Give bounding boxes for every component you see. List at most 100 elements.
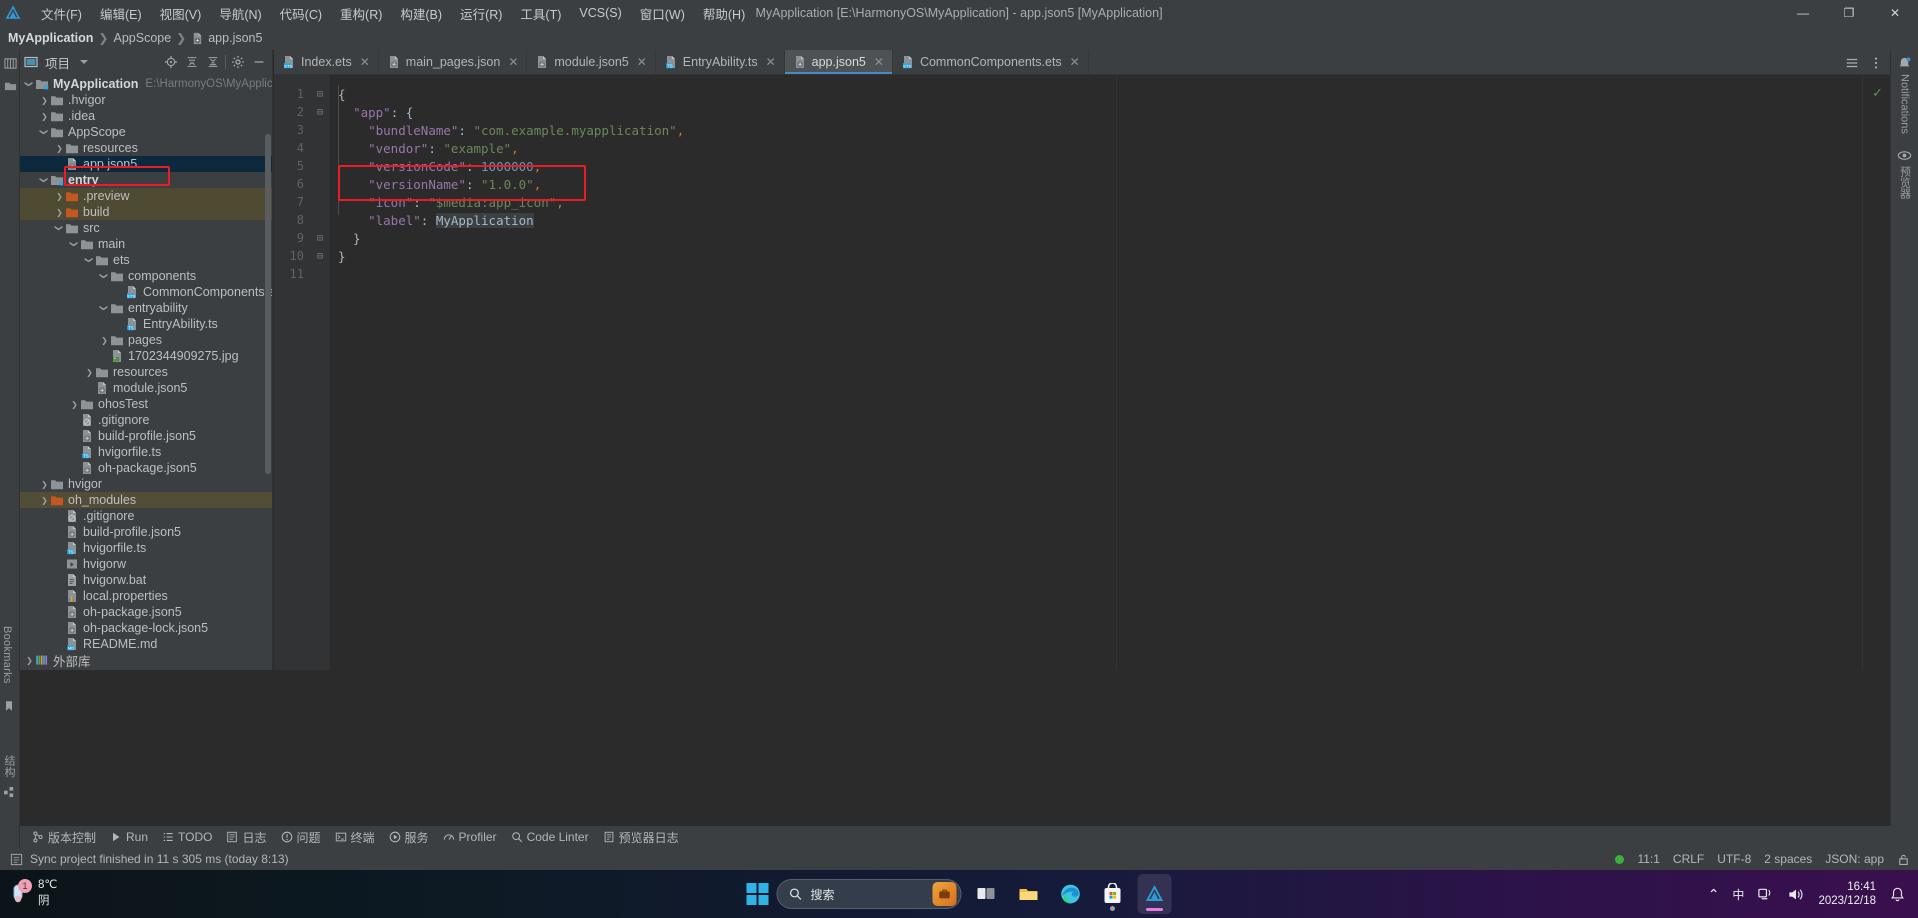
tool-window-button-code-linter[interactable]: Code Linter <box>511 830 589 844</box>
menu-file[interactable]: 文件(F) <box>32 1 91 26</box>
fold-marker-icon[interactable]: ⊟ <box>310 251 330 262</box>
expand-all-icon[interactable] <box>183 53 201 71</box>
notifications-tool-button[interactable]: Notifications <box>1897 56 1912 134</box>
inspection-ok-icon[interactable]: ✓ <box>1872 85 1883 101</box>
tree-node-pages[interactable]: ❯ pages <box>20 332 272 348</box>
menu-edit[interactable]: 编辑(E) <box>91 1 151 26</box>
tree-node-build[interactable]: ❯ build <box>20 204 272 220</box>
tree-node--idea[interactable]: ❯ .idea <box>20 108 272 124</box>
code-line[interactable]: 9 ⊟ } <box>274 229 1890 247</box>
menu-run[interactable]: 运行(R) <box>451 1 511 26</box>
close-icon[interactable]: ✕ <box>508 55 518 69</box>
code-editor[interactable]: 1 ⊟{2 ⊟ "app": {3 "bundleName": "com.examp… <box>274 75 1890 670</box>
caret-position[interactable]: 11:1 <box>1637 852 1659 866</box>
file-encoding[interactable]: UTF-8 <box>1717 852 1751 866</box>
locate-icon[interactable] <box>162 53 180 71</box>
json-schema[interactable]: JSON: app <box>1825 852 1884 866</box>
chevron-right-icon[interactable]: ❯ <box>39 492 50 508</box>
code-line[interactable]: 4 "vendor": "example", <box>274 139 1890 157</box>
chevron-right-icon[interactable]: ❯ <box>54 140 65 156</box>
tree-node--hvigor[interactable]: ❯ .hvigor <box>20 92 272 108</box>
tree-node-ets[interactable]: ❯ ets <box>20 252 272 268</box>
editor-tab-main-pages-json[interactable]: main_pages.json ✕ <box>379 50 528 74</box>
chevron-right-icon[interactable]: ❯ <box>39 92 50 108</box>
tree-node-resources[interactable]: ❯ resources <box>20 140 272 156</box>
code-line[interactable]: 8 "label": MyApplication <box>274 211 1890 229</box>
menu-vcs[interactable]: VCS(S) <box>570 3 630 23</box>
commit-tool-icon[interactable] <box>0 74 20 96</box>
tree-node--[interactable]: ❯ 外部库 <box>20 652 272 669</box>
notification-bell-icon[interactable] <box>1889 886 1906 903</box>
breadcrumb-project[interactable]: MyApplication <box>8 31 93 45</box>
editor-tab-bar[interactable]: ETS Index.ets ✕ main_pages.json ✕ module.json… <box>274 50 1890 75</box>
indent-setting[interactable]: 2 spaces <box>1764 852 1812 866</box>
tool-window-button-终端[interactable]: 终端 <box>335 829 375 846</box>
code-line[interactable]: 3 "bundleName": "com.example.myapplicati… <box>274 121 1890 139</box>
tool-window-button-todo[interactable]: TODO <box>162 830 212 844</box>
close-icon[interactable]: ✕ <box>1070 55 1080 69</box>
minimize-button[interactable]: — <box>1780 0 1826 26</box>
editor-tab-index-ets[interactable]: ETS Index.ets ✕ <box>274 50 379 74</box>
tree-node-appscope[interactable]: ❯ AppScope <box>20 124 272 140</box>
editor-lines[interactable]: 1 ⊟{2 ⊟ "app": {3 "bundleName": "com.examp… <box>274 85 1890 283</box>
tree-node-oh-package-lock-json5[interactable]: oh-package-lock.json5 <box>20 620 272 636</box>
tree-node-module-json5[interactable]: module.json5 <box>20 380 272 396</box>
tree-node--preview[interactable]: ❯ .preview <box>20 188 272 204</box>
menu-code[interactable]: 代码(C) <box>271 1 331 26</box>
code-line[interactable]: 10 ⊟} <box>274 247 1890 265</box>
close-icon[interactable]: ✕ <box>874 55 884 69</box>
hide-panel-icon[interactable] <box>250 53 268 71</box>
tool-window-button-profiler[interactable]: Profiler <box>443 830 497 844</box>
tree-node-1702344909275-jpg[interactable]: 1702344909275.jpg <box>20 348 272 364</box>
breadcrumb-file[interactable]: app.json5 <box>208 31 262 45</box>
code-line[interactable]: 11 <box>274 265 1890 283</box>
deveco-studio-icon[interactable] <box>1137 874 1172 914</box>
network-icon[interactable] <box>1757 886 1774 903</box>
tree-node-build-profile-json5[interactable]: build-profile.json5 <box>20 428 272 444</box>
tree-node-build-profile-json5[interactable]: build-profile.json5 <box>20 524 272 540</box>
chevron-right-icon[interactable]: ❯ <box>99 332 110 348</box>
tree-node-hvigorfile-ts[interactable]: TS hvigorfile.ts <box>20 444 272 460</box>
code-line[interactable]: 6 "versionName": "1.0.0", <box>274 175 1890 193</box>
tree-node-myapplication[interactable]: ❯MyApplicationE:\HarmonyOS\MyApplicatio <box>20 76 272 92</box>
settings-icon[interactable] <box>229 53 247 71</box>
maximize-button[interactable]: ❐ <box>1826 0 1872 26</box>
menu-window[interactable]: 窗口(W) <box>631 1 694 26</box>
tree-node-resources[interactable]: ❯ resources <box>20 364 272 380</box>
copilot-icon[interactable] <box>932 882 957 906</box>
tree-node-entryability[interactable]: ❯ entryability <box>20 300 272 316</box>
tree-node-oh-package-json5[interactable]: oh-package.json5 <box>20 460 272 476</box>
project-file-tree[interactable]: ❯MyApplicationE:\HarmonyOS\MyApplicatio❯… <box>20 74 272 670</box>
close-icon[interactable]: ✕ <box>637 55 647 69</box>
edge-icon[interactable] <box>1054 874 1088 914</box>
chevron-down-icon[interactable] <box>80 60 89 64</box>
tree-node-components[interactable]: ❯ components <box>20 268 272 284</box>
tree-node-hvigorfile-ts[interactable]: TS hvigorfile.ts <box>20 540 272 556</box>
fold-marker-icon[interactable]: ⊟ <box>310 89 330 100</box>
chevron-right-icon[interactable]: ❯ <box>39 476 50 492</box>
window-controls[interactable]: — ❐ ✕ <box>1780 0 1918 26</box>
editor-tab-module-json5[interactable]: module.json5 ✕ <box>527 50 656 74</box>
weather-widget[interactable]: 1 8℃ 阴 <box>10 878 57 909</box>
menu-refactor[interactable]: 重构(R) <box>331 1 391 26</box>
tool-window-button-问题[interactable]: 问题 <box>281 829 321 846</box>
tree-node--gitignore[interactable]: .gitignore <box>20 412 272 428</box>
tool-window-button-服务[interactable]: 服务 <box>389 829 429 846</box>
volume-icon[interactable] <box>1787 886 1805 903</box>
code-line[interactable]: 5 "versionCode": 1000000, <box>274 157 1890 175</box>
editor-tab-commoncomponents-ets[interactable]: ETS CommonComponents.ets ✕ <box>893 50 1089 74</box>
taskbar-search-box[interactable]: 搜索 <box>776 879 962 909</box>
menu-navigate[interactable]: 导航(N) <box>210 1 270 26</box>
tree-node-app-json5[interactable]: app.json5 <box>20 156 272 172</box>
chevron-right-icon[interactable]: ❯ <box>54 188 65 204</box>
tool-window-bar[interactable]: 版本控制 Run TODO 日志 问题 终端 服务 Profiler Code Linter 预览… <box>20 826 1918 848</box>
menu-help[interactable]: 帮助(H) <box>694 1 754 26</box>
fold-marker-icon[interactable]: ⊟ <box>310 107 330 118</box>
tree-node-oh-package-json5[interactable]: oh-package.json5 <box>20 604 272 620</box>
project-tree-scrollbar[interactable] <box>265 134 271 474</box>
event-log-icon[interactable] <box>10 853 23 866</box>
tree-node-ohostest[interactable]: ❯ ohosTest <box>20 396 272 412</box>
tree-node--gitignore[interactable]: .gitignore <box>20 508 272 524</box>
fold-marker-icon[interactable]: ⊟ <box>310 233 330 244</box>
lock-icon[interactable] <box>1897 853 1910 866</box>
